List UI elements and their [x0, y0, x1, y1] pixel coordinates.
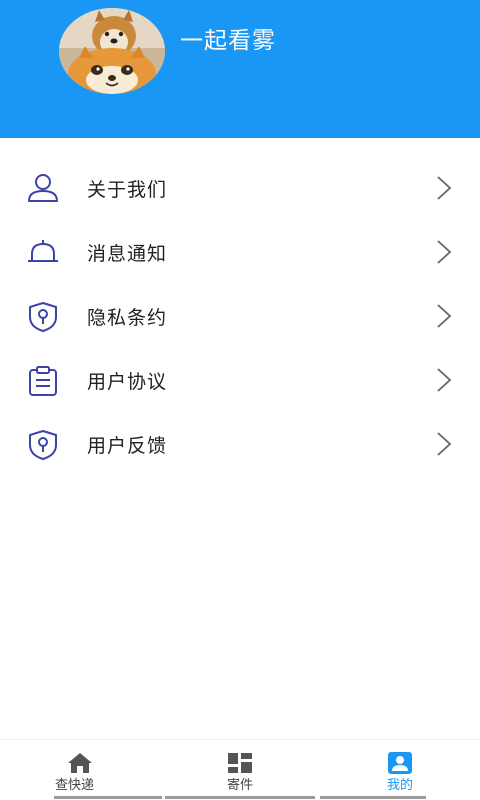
menu-item-label: 用户反馈: [87, 435, 168, 457]
profile-icon: [388, 752, 412, 774]
chevron-right-icon: [437, 240, 452, 264]
bottom-tab-bar: 查快递 寄件 我的: [0, 739, 480, 800]
shield-key-icon: [29, 302, 57, 332]
menu-item-privacy-policy[interactable]: 隐私条约: [0, 286, 480, 350]
tab-label: 我的: [386, 778, 413, 793]
menu-item-label: 关于我们: [87, 179, 168, 201]
profile-page: 一起看雾 关于我们 消息通知 隐私条约 用户协议 用户反馈 查快递 寄件 我的: [0, 0, 480, 800]
user-icon: [28, 174, 58, 202]
menu-item-user-agreement[interactable]: 用户协议: [0, 350, 480, 414]
tab-track-package[interactable]: 查快递: [0, 740, 162, 800]
shield-key-icon: [29, 430, 57, 460]
profile-header: 一起看雾: [0, 0, 480, 138]
avatar[interactable]: [59, 8, 165, 94]
menu-item-label: 用户协议: [87, 371, 168, 393]
tab-label: 查快递: [55, 778, 95, 793]
tab-underline: [54, 796, 162, 799]
bell-icon: [28, 240, 58, 262]
menu-item-about-us[interactable]: 关于我们: [0, 158, 480, 222]
tab-mine[interactable]: 我的: [320, 740, 480, 800]
menu-item-label: 隐私条约: [87, 307, 168, 329]
chevron-right-icon: [437, 304, 452, 328]
tab-underline: [165, 796, 315, 799]
tab-label: 寄件: [226, 778, 253, 793]
tab-underline: [320, 796, 426, 799]
shiba-dog-avatar-image: [59, 8, 165, 94]
username: 一起看雾: [180, 28, 276, 54]
menu-item-user-feedback[interactable]: 用户反馈: [0, 414, 480, 478]
clipboard-icon: [29, 366, 57, 396]
chevron-right-icon: [437, 432, 452, 456]
home-icon: [68, 753, 92, 773]
menu-item-notifications[interactable]: 消息通知: [0, 222, 480, 286]
tab-send-package[interactable]: 寄件: [160, 740, 320, 800]
chevron-right-icon: [437, 176, 452, 200]
chevron-right-icon: [437, 368, 452, 392]
settings-menu: 关于我们 消息通知 隐私条约 用户协议 用户反馈: [0, 158, 480, 478]
grid-icon: [228, 753, 252, 773]
menu-item-label: 消息通知: [87, 243, 168, 265]
